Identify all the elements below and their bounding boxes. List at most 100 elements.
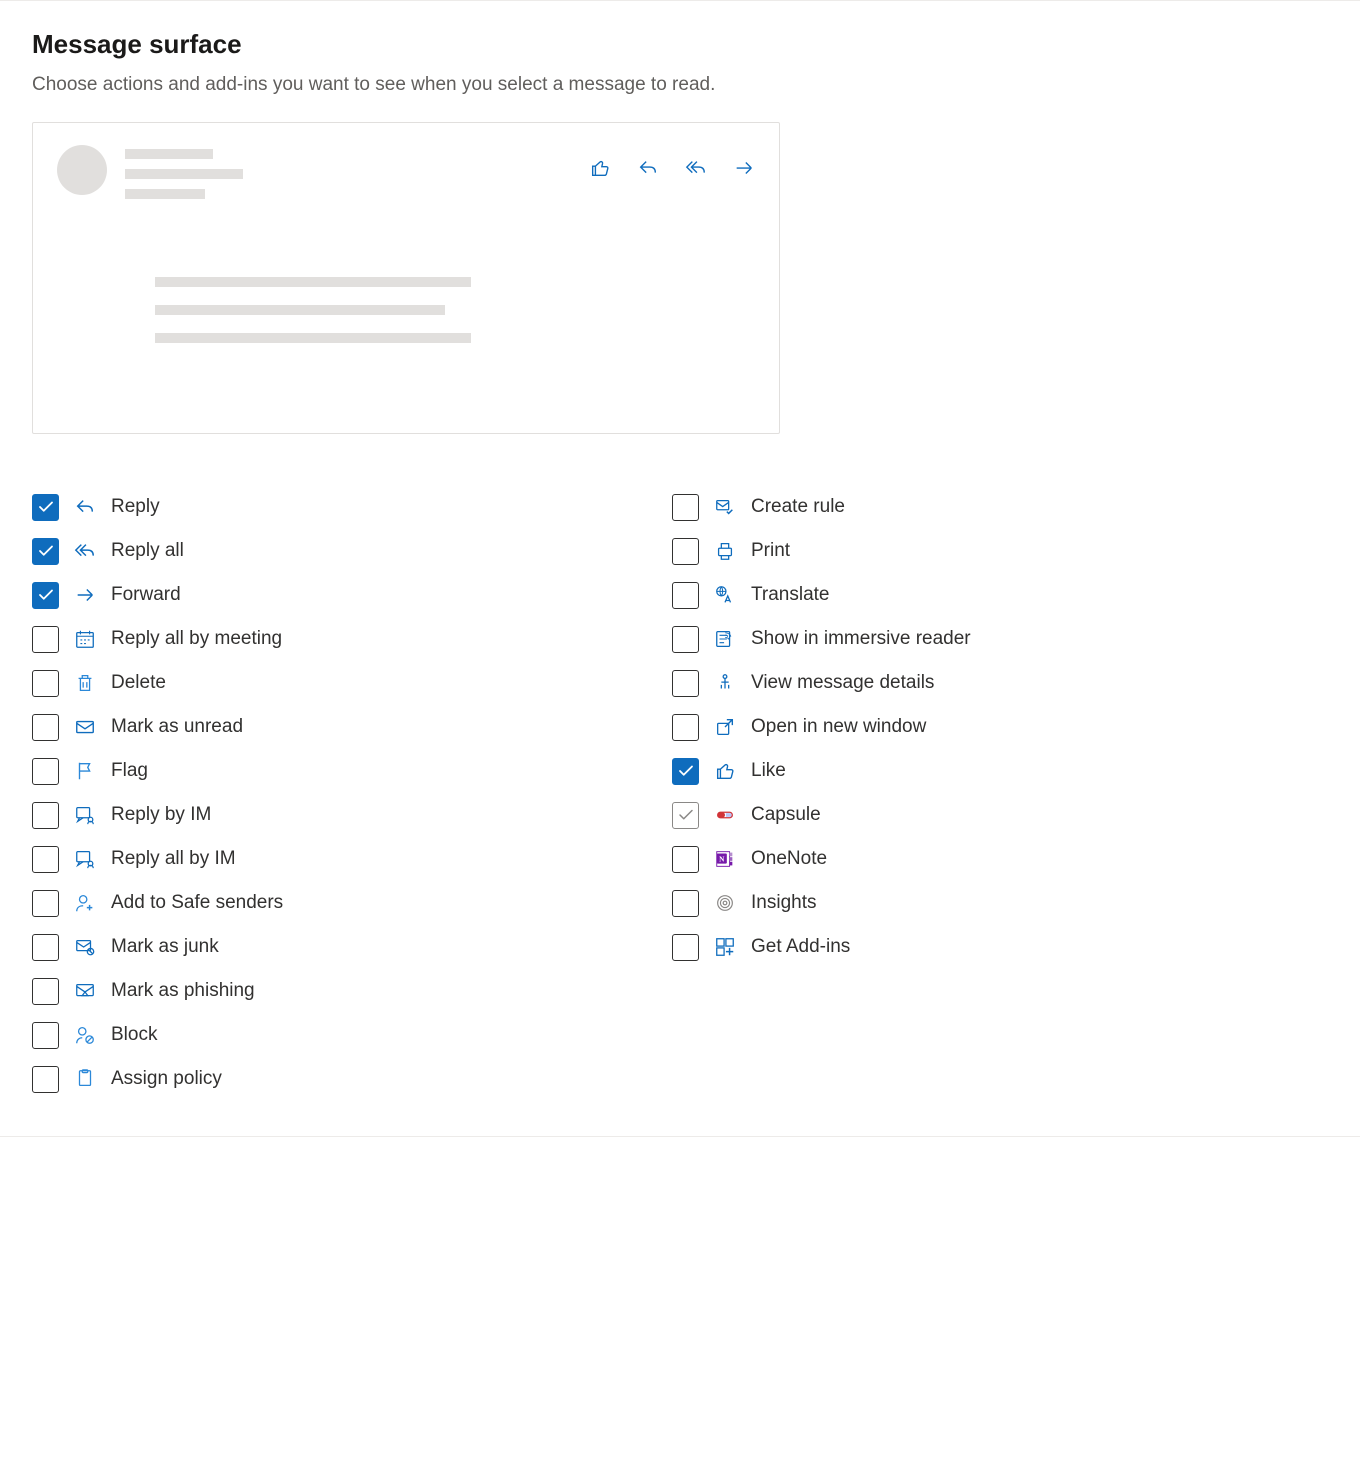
addins-icon bbox=[713, 935, 737, 959]
action-item: Mark as junk bbox=[32, 930, 632, 964]
checkbox[interactable] bbox=[32, 582, 59, 609]
checkbox[interactable] bbox=[672, 538, 699, 565]
action-label: Print bbox=[751, 540, 790, 562]
action-label: Show in immersive reader bbox=[751, 628, 971, 650]
action-label: Flag bbox=[111, 760, 148, 782]
action-label: Block bbox=[111, 1024, 157, 1046]
checkbox[interactable] bbox=[32, 1066, 59, 1093]
rule-icon bbox=[713, 495, 737, 519]
action-item: Capsule bbox=[672, 798, 1272, 832]
placeholder-line bbox=[155, 305, 445, 315]
im-icon bbox=[73, 803, 97, 827]
checkbox[interactable] bbox=[672, 890, 699, 917]
action-item: Create rule bbox=[672, 490, 1272, 524]
action-label: View message details bbox=[751, 672, 934, 694]
checkbox[interactable] bbox=[32, 978, 59, 1005]
checkbox[interactable] bbox=[672, 582, 699, 609]
action-item: Add to Safe senders bbox=[32, 886, 632, 920]
action-item: Translate bbox=[672, 578, 1272, 612]
block-icon bbox=[73, 1023, 97, 1047]
checkbox[interactable] bbox=[32, 934, 59, 961]
checkbox[interactable] bbox=[32, 758, 59, 785]
phishing-icon bbox=[73, 979, 97, 1003]
checkbox[interactable] bbox=[672, 626, 699, 653]
action-label: OneNote bbox=[751, 848, 827, 870]
placeholder-line bbox=[125, 169, 243, 179]
avatar-placeholder bbox=[57, 145, 107, 195]
onenote-icon bbox=[713, 847, 737, 871]
action-label: Like bbox=[751, 760, 786, 782]
checkbox[interactable] bbox=[32, 626, 59, 653]
immersive-icon bbox=[713, 627, 737, 651]
checkbox[interactable] bbox=[672, 670, 699, 697]
page-subtitle: Choose actions and add-ins you want to s… bbox=[32, 74, 1328, 96]
checkbox[interactable] bbox=[32, 890, 59, 917]
action-label: Open in new window bbox=[751, 716, 926, 738]
action-item: Assign policy bbox=[32, 1062, 632, 1096]
action-label: Mark as junk bbox=[111, 936, 219, 958]
person-add-icon bbox=[73, 891, 97, 915]
action-item: Mark as unread bbox=[32, 710, 632, 744]
forward-icon bbox=[73, 583, 97, 607]
page-title: Message surface bbox=[32, 29, 1328, 60]
checkbox[interactable] bbox=[672, 714, 699, 741]
action-label: Create rule bbox=[751, 496, 845, 518]
like-icon bbox=[713, 759, 737, 783]
action-label: Assign policy bbox=[111, 1068, 222, 1090]
checkbox[interactable] bbox=[32, 846, 59, 873]
capsule-icon bbox=[713, 803, 737, 827]
forward-icon bbox=[733, 157, 755, 184]
checkbox[interactable] bbox=[32, 494, 59, 521]
action-item: Flag bbox=[32, 754, 632, 788]
checkbox[interactable] bbox=[672, 846, 699, 873]
placeholder-line bbox=[155, 277, 471, 287]
translate-icon bbox=[713, 583, 737, 607]
action-item: Mark as phishing bbox=[32, 974, 632, 1008]
action-label: Delete bbox=[111, 672, 166, 694]
action-item: Print bbox=[672, 534, 1272, 568]
checkbox[interactable] bbox=[672, 934, 699, 961]
actions-column-left: Reply Reply all Forward Reply all by meetin… bbox=[32, 490, 632, 1096]
action-item: Get Add-ins bbox=[672, 930, 1272, 964]
insights-icon bbox=[713, 891, 737, 915]
trash-icon bbox=[73, 671, 97, 695]
action-label: Get Add-ins bbox=[751, 936, 850, 958]
preview-actions bbox=[589, 157, 755, 184]
action-label: Reply bbox=[111, 496, 160, 518]
action-item: Forward bbox=[32, 578, 632, 612]
placeholder-line bbox=[155, 333, 471, 343]
placeholder-line bbox=[125, 189, 205, 199]
action-item: Reply all bbox=[32, 534, 632, 568]
checkbox[interactable] bbox=[32, 802, 59, 829]
checkbox[interactable] bbox=[672, 758, 699, 785]
popout-icon bbox=[713, 715, 737, 739]
action-item: Open in new window bbox=[672, 710, 1272, 744]
action-item: View message details bbox=[672, 666, 1272, 700]
action-label: Reply all bbox=[111, 540, 184, 562]
checkbox[interactable] bbox=[672, 494, 699, 521]
policy-icon bbox=[73, 1067, 97, 1091]
action-item: OneNote bbox=[672, 842, 1272, 876]
message-preview bbox=[32, 122, 780, 434]
action-label: Add to Safe senders bbox=[111, 892, 283, 914]
action-label: Reply all by IM bbox=[111, 848, 236, 870]
im-icon bbox=[73, 847, 97, 871]
action-label: Mark as phishing bbox=[111, 980, 255, 1002]
action-label: Reply all by meeting bbox=[111, 628, 282, 650]
action-item: Show in immersive reader bbox=[672, 622, 1272, 656]
checkbox[interactable] bbox=[32, 1022, 59, 1049]
mail-icon bbox=[73, 715, 97, 739]
checkbox[interactable] bbox=[672, 802, 699, 829]
action-item: Reply by IM bbox=[32, 798, 632, 832]
flag-icon bbox=[73, 759, 97, 783]
checkbox[interactable] bbox=[32, 538, 59, 565]
checkbox[interactable] bbox=[32, 670, 59, 697]
checkbox[interactable] bbox=[32, 714, 59, 741]
print-icon bbox=[713, 539, 737, 563]
details-icon bbox=[713, 671, 737, 695]
reply-all-icon bbox=[73, 539, 97, 563]
reply-icon bbox=[73, 495, 97, 519]
action-label: Insights bbox=[751, 892, 816, 914]
calendar-icon bbox=[73, 627, 97, 651]
action-label: Reply by IM bbox=[111, 804, 211, 826]
